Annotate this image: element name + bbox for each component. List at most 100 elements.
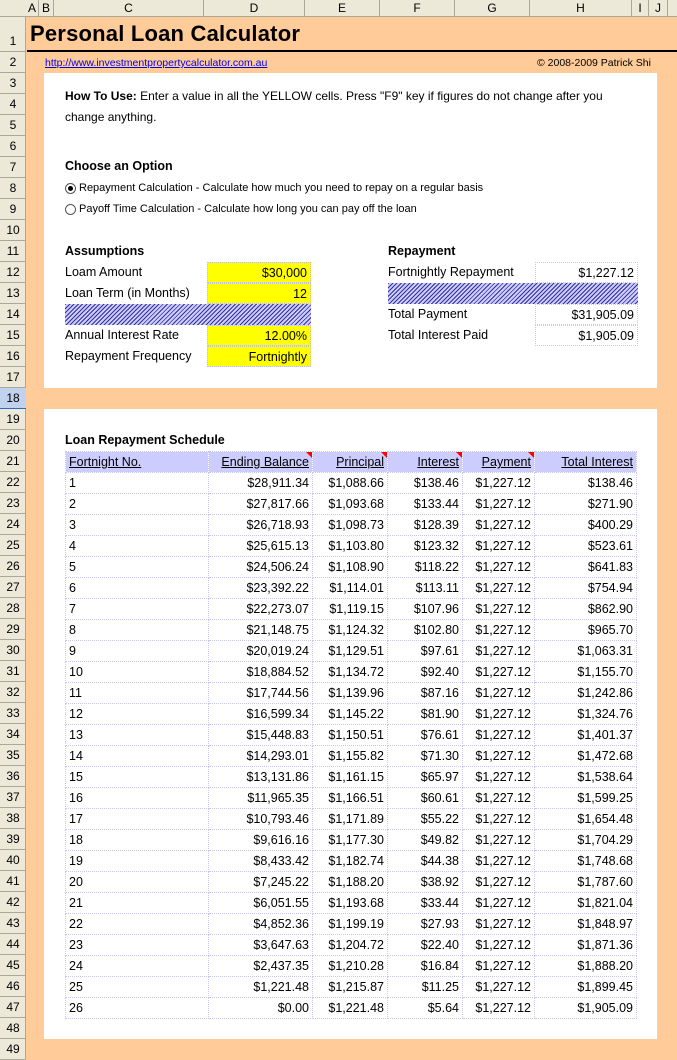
cell-ending-balance[interactable]: $15,448.83 bbox=[208, 724, 313, 746]
cell-principal[interactable]: $1,188.20 bbox=[312, 871, 388, 893]
row-header-31[interactable]: 31 bbox=[0, 661, 26, 682]
cell-payment[interactable]: $1,227.12 bbox=[462, 556, 535, 578]
cell-principal[interactable]: $1,182.74 bbox=[312, 850, 388, 872]
cell-payment[interactable]: $1,227.12 bbox=[462, 703, 535, 725]
cell-fortnight-no[interactable]: 4 bbox=[65, 535, 209, 557]
cell-payment[interactable]: $1,227.12 bbox=[462, 976, 535, 998]
column-header-interest[interactable]: Interest bbox=[387, 451, 463, 473]
row-header-27[interactable]: 27 bbox=[0, 577, 26, 598]
row-header-39[interactable]: 39 bbox=[0, 829, 26, 850]
cell-total-interest[interactable]: $1,401.37 bbox=[534, 724, 637, 746]
cell-principal[interactable]: $1,119.15 bbox=[312, 598, 388, 620]
row-header-37[interactable]: 37 bbox=[0, 787, 26, 808]
cell-interest[interactable]: $38.92 bbox=[387, 871, 463, 893]
row-header-25[interactable]: 25 bbox=[0, 535, 26, 556]
row-header-15[interactable]: 15 bbox=[0, 325, 26, 346]
cell-fortnight-no[interactable]: 1 bbox=[65, 472, 209, 494]
cell-fortnight-no[interactable]: 12 bbox=[65, 703, 209, 725]
cell-total-interest[interactable]: $1,821.04 bbox=[534, 892, 637, 914]
cell-total-interest[interactable]: $1,155.70 bbox=[534, 661, 637, 683]
cell-ending-balance[interactable]: $23,392.22 bbox=[208, 577, 313, 599]
cell-ending-balance[interactable]: $18,884.52 bbox=[208, 661, 313, 683]
cell-fortnight-no[interactable]: 21 bbox=[65, 892, 209, 914]
cell-total-interest[interactable]: $641.83 bbox=[534, 556, 637, 578]
cell-payment[interactable]: $1,227.12 bbox=[462, 514, 535, 536]
loan-term-input[interactable]: 12 bbox=[207, 283, 311, 304]
cell-principal[interactable]: $1,210.28 bbox=[312, 955, 388, 977]
row-header-29[interactable]: 29 bbox=[0, 619, 26, 640]
column-header-b[interactable]: B bbox=[39, 0, 54, 16]
row-header-47[interactable]: 47 bbox=[0, 997, 26, 1018]
cell-fortnight-no[interactable]: 14 bbox=[65, 745, 209, 767]
cell-principal[interactable]: $1,134.72 bbox=[312, 661, 388, 683]
cell-principal[interactable]: $1,161.15 bbox=[312, 766, 388, 788]
cell-interest[interactable]: $118.22 bbox=[387, 556, 463, 578]
cell-payment[interactable]: $1,227.12 bbox=[462, 871, 535, 893]
cell-payment[interactable]: $1,227.12 bbox=[462, 808, 535, 830]
column-header-total-interest[interactable]: Total Interest bbox=[534, 451, 637, 473]
cell-interest[interactable]: $113.11 bbox=[387, 577, 463, 599]
cell-principal[interactable]: $1,150.51 bbox=[312, 724, 388, 746]
column-header-fortnight-no[interactable]: Fortnight No. bbox=[65, 451, 209, 473]
cell-interest[interactable]: $107.96 bbox=[387, 598, 463, 620]
cell-fortnight-no[interactable]: 2 bbox=[65, 493, 209, 515]
row-header-22[interactable]: 22 bbox=[0, 472, 26, 493]
cell-interest[interactable]: $33.44 bbox=[387, 892, 463, 914]
column-header-i[interactable]: I bbox=[632, 0, 649, 16]
cell-ending-balance[interactable]: $10,793.46 bbox=[208, 808, 313, 830]
cell-total-interest[interactable]: $1,704.29 bbox=[534, 829, 637, 851]
row-header-4[interactable]: 4 bbox=[0, 94, 26, 115]
cell-payment[interactable]: $1,227.12 bbox=[462, 724, 535, 746]
cell-interest[interactable]: $97.61 bbox=[387, 640, 463, 662]
cell-payment[interactable]: $1,227.12 bbox=[462, 997, 535, 1019]
cell-interest[interactable]: $87.16 bbox=[387, 682, 463, 704]
cell-interest[interactable]: $65.97 bbox=[387, 766, 463, 788]
cell-interest[interactable]: $123.32 bbox=[387, 535, 463, 557]
cell-ending-balance[interactable]: $16,599.34 bbox=[208, 703, 313, 725]
cell-ending-balance[interactable]: $0.00 bbox=[208, 997, 313, 1019]
column-header-principal[interactable]: Principal bbox=[312, 451, 388, 473]
cell-interest[interactable]: $138.46 bbox=[387, 472, 463, 494]
cell-ending-balance[interactable]: $3,647.63 bbox=[208, 934, 313, 956]
cell-total-interest[interactable]: $1,748.68 bbox=[534, 850, 637, 872]
cell-ending-balance[interactable]: $24,506.24 bbox=[208, 556, 313, 578]
cell-total-interest[interactable]: $271.90 bbox=[534, 493, 637, 515]
cell-ending-balance[interactable]: $8,433.42 bbox=[208, 850, 313, 872]
cell-interest[interactable]: $102.80 bbox=[387, 619, 463, 641]
cell-principal[interactable]: $1,215.87 bbox=[312, 976, 388, 998]
cell-fortnight-no[interactable]: 23 bbox=[65, 934, 209, 956]
cell-interest[interactable]: $76.61 bbox=[387, 724, 463, 746]
row-header-6[interactable]: 6 bbox=[0, 136, 26, 157]
row-header-12[interactable]: 12 bbox=[0, 262, 26, 283]
cell-ending-balance[interactable]: $14,293.01 bbox=[208, 745, 313, 767]
cell-principal[interactable]: $1,171.89 bbox=[312, 808, 388, 830]
cell-fortnight-no[interactable]: 24 bbox=[65, 955, 209, 977]
cell-principal[interactable]: $1,124.32 bbox=[312, 619, 388, 641]
row-header-13[interactable]: 13 bbox=[0, 283, 26, 304]
row-header-9[interactable]: 9 bbox=[0, 199, 26, 220]
cell-total-interest[interactable]: $754.94 bbox=[534, 577, 637, 599]
cell-principal[interactable]: $1,166.51 bbox=[312, 787, 388, 809]
cell-interest[interactable]: $5.64 bbox=[387, 997, 463, 1019]
cell-interest[interactable]: $128.39 bbox=[387, 514, 463, 536]
cell-ending-balance[interactable]: $7,245.22 bbox=[208, 871, 313, 893]
row-header-36[interactable]: 36 bbox=[0, 766, 26, 787]
row-header-8[interactable]: 8 bbox=[0, 178, 26, 199]
row-header-28[interactable]: 28 bbox=[0, 598, 26, 619]
cell-principal[interactable]: $1,221.48 bbox=[312, 997, 388, 1019]
row-header-33[interactable]: 33 bbox=[0, 703, 26, 724]
row-header-41[interactable]: 41 bbox=[0, 871, 26, 892]
cell-payment[interactable]: $1,227.12 bbox=[462, 787, 535, 809]
cell-total-interest[interactable]: $1,654.48 bbox=[534, 808, 637, 830]
row-header-16[interactable]: 16 bbox=[0, 346, 26, 367]
cell-payment[interactable]: $1,227.12 bbox=[462, 640, 535, 662]
cell-interest[interactable]: $81.90 bbox=[387, 703, 463, 725]
row-header-24[interactable]: 24 bbox=[0, 514, 26, 535]
cell-interest[interactable]: $44.38 bbox=[387, 850, 463, 872]
option-repayment-calculation[interactable]: Repayment Calculation - Calculate how mu… bbox=[65, 182, 483, 194]
cell-total-interest[interactable]: $1,905.09 bbox=[534, 997, 637, 1019]
cell-interest[interactable]: $71.30 bbox=[387, 745, 463, 767]
column-header-c[interactable]: C bbox=[54, 0, 204, 16]
cell-payment[interactable]: $1,227.12 bbox=[462, 955, 535, 977]
radio-unselected-icon[interactable] bbox=[65, 203, 76, 215]
